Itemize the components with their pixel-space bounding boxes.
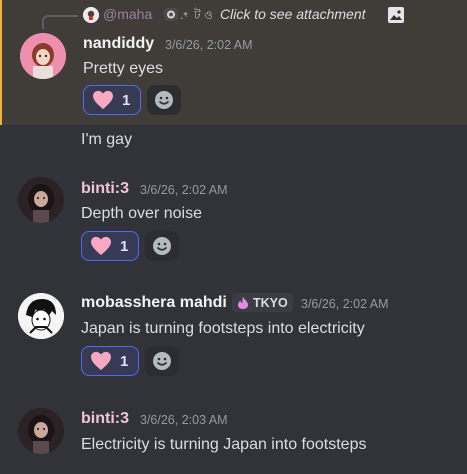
reply-attachment-link[interactable]: Click to see attachment bbox=[220, 6, 366, 22]
reaction-count: 1 bbox=[120, 237, 129, 255]
smiley-icon bbox=[155, 91, 173, 109]
message-text-continuation: I'm gay bbox=[81, 131, 133, 148]
reaction-count: 1 bbox=[120, 352, 129, 370]
server-tag-label: TKYO bbox=[253, 295, 288, 310]
avatar[interactable] bbox=[18, 408, 64, 454]
reaction-heart-button[interactable]: 1 bbox=[81, 231, 139, 261]
reply-preview[interactable]: @maha .ꣳ ট ও Click to see attachment bbox=[2, 0, 467, 29]
add-reaction-button[interactable] bbox=[145, 346, 179, 376]
timestamp[interactable]: 3/6/26, 2:02 AM bbox=[301, 297, 389, 311]
timestamp[interactable]: 3/6/26, 2:02 AM bbox=[165, 38, 253, 52]
svg-text:ও: ও bbox=[204, 8, 213, 22]
username[interactable]: mobasshera mahdi bbox=[81, 294, 227, 312]
add-reaction-button[interactable] bbox=[145, 231, 179, 261]
reply-username[interactable]: @maha bbox=[103, 6, 152, 22]
reaction-heart-button[interactable]: 1 bbox=[81, 346, 139, 376]
message-highlighted[interactable]: @maha .ꣳ ট ও Click to see attachment nan bbox=[0, 0, 467, 125]
heart-icon bbox=[91, 351, 111, 371]
image-icon bbox=[387, 6, 405, 24]
reply-connector bbox=[42, 15, 78, 29]
avatar[interactable] bbox=[18, 177, 64, 223]
message-text: Japan is turning footsteps into electric… bbox=[81, 320, 365, 337]
add-reaction-button[interactable] bbox=[147, 85, 181, 115]
username[interactable]: nandiddy bbox=[83, 35, 154, 53]
reply-user-tag-icon: .ꣳ ট ও bbox=[163, 6, 217, 23]
svg-text:.ꣳ: .ꣳ bbox=[180, 9, 188, 22]
reaction-heart-button[interactable]: 1 bbox=[83, 85, 141, 115]
heart-icon bbox=[91, 236, 111, 256]
message-text: Electricity is turning Japan into footst… bbox=[81, 436, 367, 453]
username[interactable]: binti:3 bbox=[81, 180, 129, 198]
avatar[interactable] bbox=[20, 33, 66, 79]
timestamp[interactable]: 3/6/26, 2:03 AM bbox=[140, 413, 228, 427]
avatar[interactable] bbox=[18, 293, 64, 339]
reply-avatar[interactable] bbox=[83, 7, 99, 23]
smiley-icon bbox=[153, 237, 171, 255]
server-tag-badge[interactable]: TKYO bbox=[232, 293, 293, 312]
flame-icon bbox=[238, 296, 248, 309]
message-text: Pretty eyes bbox=[83, 60, 164, 77]
heart-icon bbox=[93, 90, 113, 110]
smiley-icon bbox=[153, 352, 171, 370]
message-text: Depth over noise bbox=[81, 205, 202, 222]
timestamp[interactable]: 3/6/26, 2:02 AM bbox=[140, 183, 228, 197]
reaction-count: 1 bbox=[122, 91, 131, 109]
svg-text:ট: ট bbox=[193, 8, 201, 22]
username[interactable]: binti:3 bbox=[81, 410, 129, 428]
